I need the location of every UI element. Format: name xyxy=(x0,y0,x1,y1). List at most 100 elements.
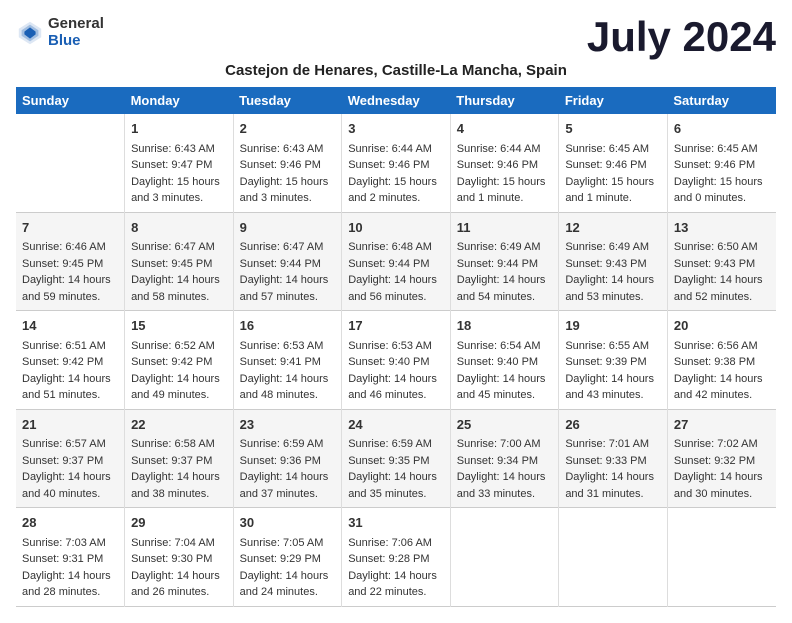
daylight-text: Daylight: 15 hours and 2 minutes. xyxy=(348,174,444,207)
sunrise-text: Sunrise: 6:44 AM xyxy=(457,141,553,158)
calendar-cell: 19Sunrise: 6:55 AMSunset: 9:39 PMDayligh… xyxy=(559,311,668,410)
calendar-cell: 18Sunrise: 6:54 AMSunset: 9:40 PMDayligh… xyxy=(450,311,559,410)
sunset-text: Sunset: 9:45 PM xyxy=(22,256,118,273)
sunrise-text: Sunrise: 7:00 AM xyxy=(457,436,553,453)
sunrise-text: Sunrise: 6:45 AM xyxy=(565,141,661,158)
sunset-text: Sunset: 9:37 PM xyxy=(22,453,118,470)
logo: General Blue xyxy=(16,16,104,49)
sunrise-text: Sunrise: 7:04 AM xyxy=(131,535,227,552)
daylight-text: Daylight: 14 hours and 33 minutes. xyxy=(457,469,553,502)
calendar-cell: 22Sunrise: 6:58 AMSunset: 9:37 PMDayligh… xyxy=(125,409,234,508)
sunset-text: Sunset: 9:40 PM xyxy=(457,354,553,371)
calendar-cell xyxy=(450,508,559,607)
day-number: 13 xyxy=(674,218,770,238)
calendar-cell: 21Sunrise: 6:57 AMSunset: 9:37 PMDayligh… xyxy=(16,409,125,508)
sunset-text: Sunset: 9:29 PM xyxy=(240,551,336,568)
sunrise-text: Sunrise: 7:01 AM xyxy=(565,436,661,453)
calendar-cell: 4Sunrise: 6:44 AMSunset: 9:46 PMDaylight… xyxy=(450,114,559,212)
calendar-cell: 7Sunrise: 6:46 AMSunset: 9:45 PMDaylight… xyxy=(16,212,125,311)
calendar-cell: 11Sunrise: 6:49 AMSunset: 9:44 PMDayligh… xyxy=(450,212,559,311)
sunset-text: Sunset: 9:35 PM xyxy=(348,453,444,470)
sunrise-text: Sunrise: 6:50 AM xyxy=(674,239,770,256)
calendar-cell: 31Sunrise: 7:06 AMSunset: 9:28 PMDayligh… xyxy=(342,508,451,607)
day-number: 23 xyxy=(240,415,336,435)
calendar-cell: 10Sunrise: 6:48 AMSunset: 9:44 PMDayligh… xyxy=(342,212,451,311)
calendar-cell: 14Sunrise: 6:51 AMSunset: 9:42 PMDayligh… xyxy=(16,311,125,410)
header-day-friday: Friday xyxy=(559,87,668,114)
calendar-cell: 6Sunrise: 6:45 AMSunset: 9:46 PMDaylight… xyxy=(667,114,776,212)
sunset-text: Sunset: 9:46 PM xyxy=(240,157,336,174)
daylight-text: Daylight: 15 hours and 3 minutes. xyxy=(131,174,227,207)
logo-text: General Blue xyxy=(48,16,104,49)
calendar-cell: 23Sunrise: 6:59 AMSunset: 9:36 PMDayligh… xyxy=(233,409,342,508)
day-number: 27 xyxy=(674,415,770,435)
sunset-text: Sunset: 9:38 PM xyxy=(674,354,770,371)
day-number: 10 xyxy=(348,218,444,238)
day-number: 5 xyxy=(565,119,661,139)
day-number: 18 xyxy=(457,316,553,336)
sunset-text: Sunset: 9:37 PM xyxy=(131,453,227,470)
calendar-cell: 15Sunrise: 6:52 AMSunset: 9:42 PMDayligh… xyxy=(125,311,234,410)
calendar-header: SundayMondayTuesdayWednesdayThursdayFrid… xyxy=(16,87,776,114)
daylight-text: Daylight: 14 hours and 51 minutes. xyxy=(22,371,118,404)
day-number: 31 xyxy=(348,513,444,533)
header-day-monday: Monday xyxy=(125,87,234,114)
day-number: 26 xyxy=(565,415,661,435)
daylight-text: Daylight: 14 hours and 52 minutes. xyxy=(674,272,770,305)
sunrise-text: Sunrise: 6:44 AM xyxy=(348,141,444,158)
sunrise-text: Sunrise: 6:49 AM xyxy=(565,239,661,256)
sunrise-text: Sunrise: 6:55 AM xyxy=(565,338,661,355)
calendar-cell: 24Sunrise: 6:59 AMSunset: 9:35 PMDayligh… xyxy=(342,409,451,508)
day-number: 17 xyxy=(348,316,444,336)
daylight-text: Daylight: 14 hours and 26 minutes. xyxy=(131,568,227,601)
day-number: 28 xyxy=(22,513,118,533)
sunrise-text: Sunrise: 6:49 AM xyxy=(457,239,553,256)
day-number: 14 xyxy=(22,316,118,336)
sunrise-text: Sunrise: 6:54 AM xyxy=(457,338,553,355)
sunset-text: Sunset: 9:47 PM xyxy=(131,157,227,174)
day-number: 25 xyxy=(457,415,553,435)
daylight-text: Daylight: 14 hours and 30 minutes. xyxy=(674,469,770,502)
day-number: 7 xyxy=(22,218,118,238)
sunrise-text: Sunrise: 7:03 AM xyxy=(22,535,118,552)
calendar-cell xyxy=(667,508,776,607)
daylight-text: Daylight: 14 hours and 43 minutes. xyxy=(565,371,661,404)
header-row: SundayMondayTuesdayWednesdayThursdayFrid… xyxy=(16,87,776,114)
daylight-text: Daylight: 14 hours and 49 minutes. xyxy=(131,371,227,404)
sunset-text: Sunset: 9:43 PM xyxy=(674,256,770,273)
sunrise-text: Sunrise: 6:59 AM xyxy=(348,436,444,453)
day-number: 6 xyxy=(674,119,770,139)
calendar-cell: 29Sunrise: 7:04 AMSunset: 9:30 PMDayligh… xyxy=(125,508,234,607)
day-number: 15 xyxy=(131,316,227,336)
day-number: 29 xyxy=(131,513,227,533)
day-number: 4 xyxy=(457,119,553,139)
sunrise-text: Sunrise: 6:45 AM xyxy=(674,141,770,158)
daylight-text: Daylight: 14 hours and 35 minutes. xyxy=(348,469,444,502)
sunset-text: Sunset: 9:40 PM xyxy=(348,354,444,371)
day-number: 21 xyxy=(22,415,118,435)
logo-blue: Blue xyxy=(48,33,104,50)
daylight-text: Daylight: 14 hours and 57 minutes. xyxy=(240,272,336,305)
calendar-cell: 9Sunrise: 6:47 AMSunset: 9:44 PMDaylight… xyxy=(233,212,342,311)
week-row-0: 1Sunrise: 6:43 AMSunset: 9:47 PMDaylight… xyxy=(16,114,776,212)
day-number: 2 xyxy=(240,119,336,139)
daylight-text: Daylight: 14 hours and 22 minutes. xyxy=(348,568,444,601)
week-row-2: 14Sunrise: 6:51 AMSunset: 9:42 PMDayligh… xyxy=(16,311,776,410)
month-title: July 2024 xyxy=(587,16,776,58)
sunset-text: Sunset: 9:31 PM xyxy=(22,551,118,568)
calendar-body: 1Sunrise: 6:43 AMSunset: 9:47 PMDaylight… xyxy=(16,114,776,606)
week-row-1: 7Sunrise: 6:46 AMSunset: 9:45 PMDaylight… xyxy=(16,212,776,311)
sunrise-text: Sunrise: 6:46 AM xyxy=(22,239,118,256)
sunset-text: Sunset: 9:42 PM xyxy=(22,354,118,371)
day-number: 20 xyxy=(674,316,770,336)
daylight-text: Daylight: 14 hours and 59 minutes. xyxy=(22,272,118,305)
sunset-text: Sunset: 9:46 PM xyxy=(457,157,553,174)
day-number: 19 xyxy=(565,316,661,336)
sunset-text: Sunset: 9:43 PM xyxy=(565,256,661,273)
day-number: 3 xyxy=(348,119,444,139)
header-day-thursday: Thursday xyxy=(450,87,559,114)
daylight-text: Daylight: 14 hours and 40 minutes. xyxy=(22,469,118,502)
day-number: 8 xyxy=(131,218,227,238)
header-day-saturday: Saturday xyxy=(667,87,776,114)
calendar-cell: 16Sunrise: 6:53 AMSunset: 9:41 PMDayligh… xyxy=(233,311,342,410)
